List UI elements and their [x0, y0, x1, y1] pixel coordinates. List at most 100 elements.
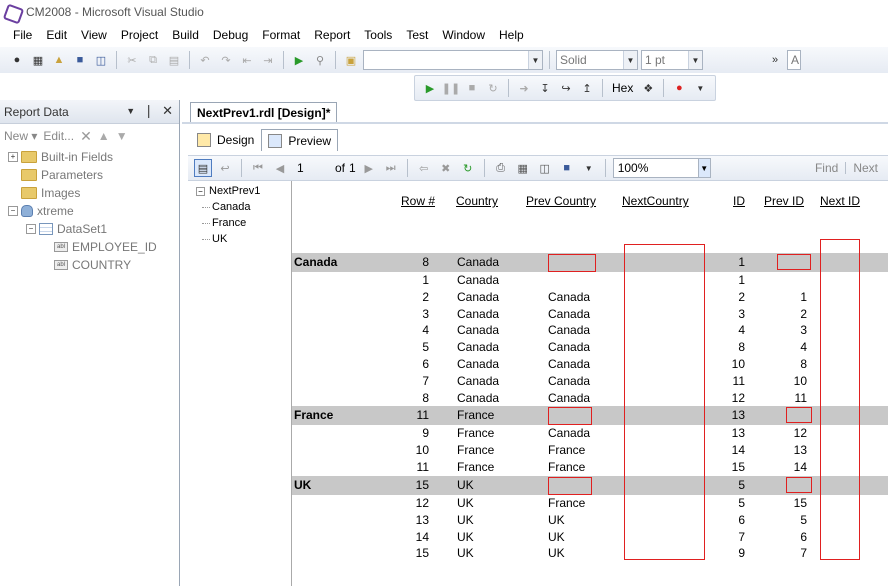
- group-country: France: [457, 408, 495, 422]
- continue-icon[interactable]: ▶: [421, 79, 439, 97]
- show-next-statement-icon[interactable]: ➜: [515, 79, 533, 97]
- expand-icon[interactable]: +: [8, 152, 18, 162]
- header-prev-country: Prev Country: [526, 194, 597, 208]
- menu-debug[interactable]: Debug: [206, 24, 255, 46]
- menu-project[interactable]: Project: [114, 24, 165, 46]
- step-out-icon[interactable]: ↥: [578, 79, 596, 97]
- menu-test[interactable]: Test: [399, 24, 435, 46]
- find-in-files-icon[interactable]: ⚲: [311, 51, 329, 69]
- toolbar-separator: [241, 159, 242, 177]
- toolbar-separator: [508, 79, 509, 97]
- collapse-icon[interactable]: −: [26, 224, 36, 234]
- doc-map-item[interactable]: Canada: [188, 199, 291, 215]
- break-all-icon[interactable]: ❚❚: [442, 79, 460, 97]
- move-up-icon[interactable]: ▲: [98, 129, 110, 143]
- tab-preview[interactable]: Preview: [261, 129, 339, 151]
- delete-icon[interactable]: ✕: [80, 128, 92, 145]
- toolbar-separator: [845, 162, 847, 174]
- zoom-combo[interactable]: 100% ▼: [612, 158, 711, 178]
- first-page-icon[interactable]: ⏮: [249, 159, 267, 177]
- prev-country-empty-box: [548, 254, 596, 272]
- add-item-icon[interactable]: ▦: [29, 51, 47, 69]
- save-all-icon[interactable]: ◫: [92, 51, 110, 69]
- next-page-icon[interactable]: ▶: [360, 159, 378, 177]
- document-tab[interactable]: NextPrev1.rdl [Design]*: [190, 102, 338, 122]
- chevron-down-icon[interactable]: ▼: [580, 159, 598, 177]
- tree-node-field[interactable]: abl COUNTRY: [8, 256, 179, 274]
- collapse-icon[interactable]: −: [8, 206, 18, 216]
- print-icon[interactable]: ⎙: [492, 159, 510, 177]
- tree-node-dataset[interactable]: − DataSet1: [8, 220, 179, 238]
- doc-map-item[interactable]: France: [188, 215, 291, 231]
- stop-icon[interactable]: ✖: [437, 159, 455, 177]
- menu-view[interactable]: View: [74, 24, 114, 46]
- move-down-icon[interactable]: ▼: [116, 129, 128, 143]
- new-project-icon[interactable]: ●: [8, 51, 26, 69]
- next-button[interactable]: Next: [853, 161, 878, 175]
- menu-help[interactable]: Help: [492, 24, 531, 46]
- refresh-icon[interactable]: ↻: [459, 159, 477, 177]
- font-value: A: [791, 53, 800, 67]
- breakpoint-icon[interactable]: ●: [670, 79, 688, 97]
- doc-map-item[interactable]: UK: [188, 231, 291, 247]
- undo-icon[interactable]: ↶: [196, 51, 214, 69]
- page-setup-icon[interactable]: ◫: [536, 159, 554, 177]
- cut-icon[interactable]: ✂: [123, 51, 141, 69]
- document-map-icon[interactable]: ▤: [194, 159, 212, 177]
- menu-file[interactable]: File: [6, 24, 39, 46]
- tree-node-images[interactable]: Images: [8, 184, 179, 202]
- page-number-input[interactable]: [293, 159, 331, 177]
- navigate-forward-icon[interactable]: ⇥: [259, 51, 277, 69]
- tree-node-builtin-fields[interactable]: + Built-in Fields: [8, 148, 179, 166]
- menu-format[interactable]: Format: [255, 24, 307, 46]
- watch-icon[interactable]: ❖: [639, 79, 657, 97]
- previous-page-icon[interactable]: ◀: [271, 159, 289, 177]
- tree-node-parameters[interactable]: Parameters: [8, 166, 179, 184]
- start-debugging-icon[interactable]: ▶: [290, 51, 308, 69]
- step-into-icon[interactable]: ↧: [536, 79, 554, 97]
- doc-map-root[interactable]: − NextPrev1: [188, 183, 291, 199]
- solution-config-icon[interactable]: ▣: [342, 51, 360, 69]
- prev-country-cell: Canada: [548, 289, 591, 304]
- open-file-icon[interactable]: ▲: [50, 51, 68, 69]
- tree-node-datasource[interactable]: − xtreme: [8, 202, 179, 220]
- paste-icon[interactable]: ▤: [165, 51, 183, 69]
- solution-platform-combo[interactable]: ▼: [363, 50, 543, 70]
- line-style-combo[interactable]: Solid ▼: [556, 50, 638, 70]
- chevron-down-icon[interactable]: ▼: [691, 79, 709, 97]
- find-button[interactable]: Find: [815, 161, 838, 175]
- menu-report[interactable]: Report: [307, 24, 357, 46]
- parent-report-icon[interactable]: ↩: [216, 159, 234, 177]
- copy-icon[interactable]: ⧉: [144, 51, 162, 69]
- tab-design[interactable]: Design: [190, 129, 261, 151]
- panel-menu-icon[interactable]: ▼: [126, 103, 135, 120]
- menu-window[interactable]: Window: [435, 24, 492, 46]
- restart-icon[interactable]: ↻: [484, 79, 502, 97]
- toolbar-overflow-icon[interactable]: »: [766, 51, 784, 69]
- last-page-icon[interactable]: ⏭: [382, 159, 400, 177]
- new-button[interactable]: New ▾: [4, 129, 37, 143]
- title-bar: CM2008 - Microsoft Visual Studio: [0, 0, 888, 24]
- tree-node-field[interactable]: abl EMPLOYEE_ID: [8, 238, 179, 256]
- prev-id-cell: 11: [794, 390, 807, 405]
- print-layout-icon[interactable]: ▦: [514, 159, 532, 177]
- line-width-combo[interactable]: 1 pt ▼: [641, 50, 703, 70]
- menu-edit[interactable]: Edit: [39, 24, 74, 46]
- edit-button[interactable]: Edit...: [43, 129, 74, 143]
- save-icon[interactable]: ■: [71, 51, 89, 69]
- stop-debugging-icon[interactable]: ■: [463, 79, 481, 97]
- redo-icon[interactable]: ↷: [217, 51, 235, 69]
- back-icon[interactable]: ⇦: [415, 159, 433, 177]
- close-icon[interactable]: ✕: [162, 103, 173, 120]
- pin-icon[interactable]: ❘: [143, 103, 154, 120]
- toolbar-separator: [663, 79, 665, 97]
- menu-build[interactable]: Build: [165, 24, 206, 46]
- collapse-icon[interactable]: −: [196, 186, 205, 196]
- menu-tools[interactable]: Tools: [357, 24, 399, 46]
- export-icon[interactable]: ■: [558, 159, 576, 177]
- navigate-backward-icon[interactable]: ⇤: [238, 51, 256, 69]
- row-num-cell: 13: [415, 512, 429, 527]
- hex-toggle[interactable]: Hex: [609, 81, 636, 95]
- step-over-icon[interactable]: ↪: [557, 79, 575, 97]
- font-combo[interactable]: A: [787, 50, 801, 70]
